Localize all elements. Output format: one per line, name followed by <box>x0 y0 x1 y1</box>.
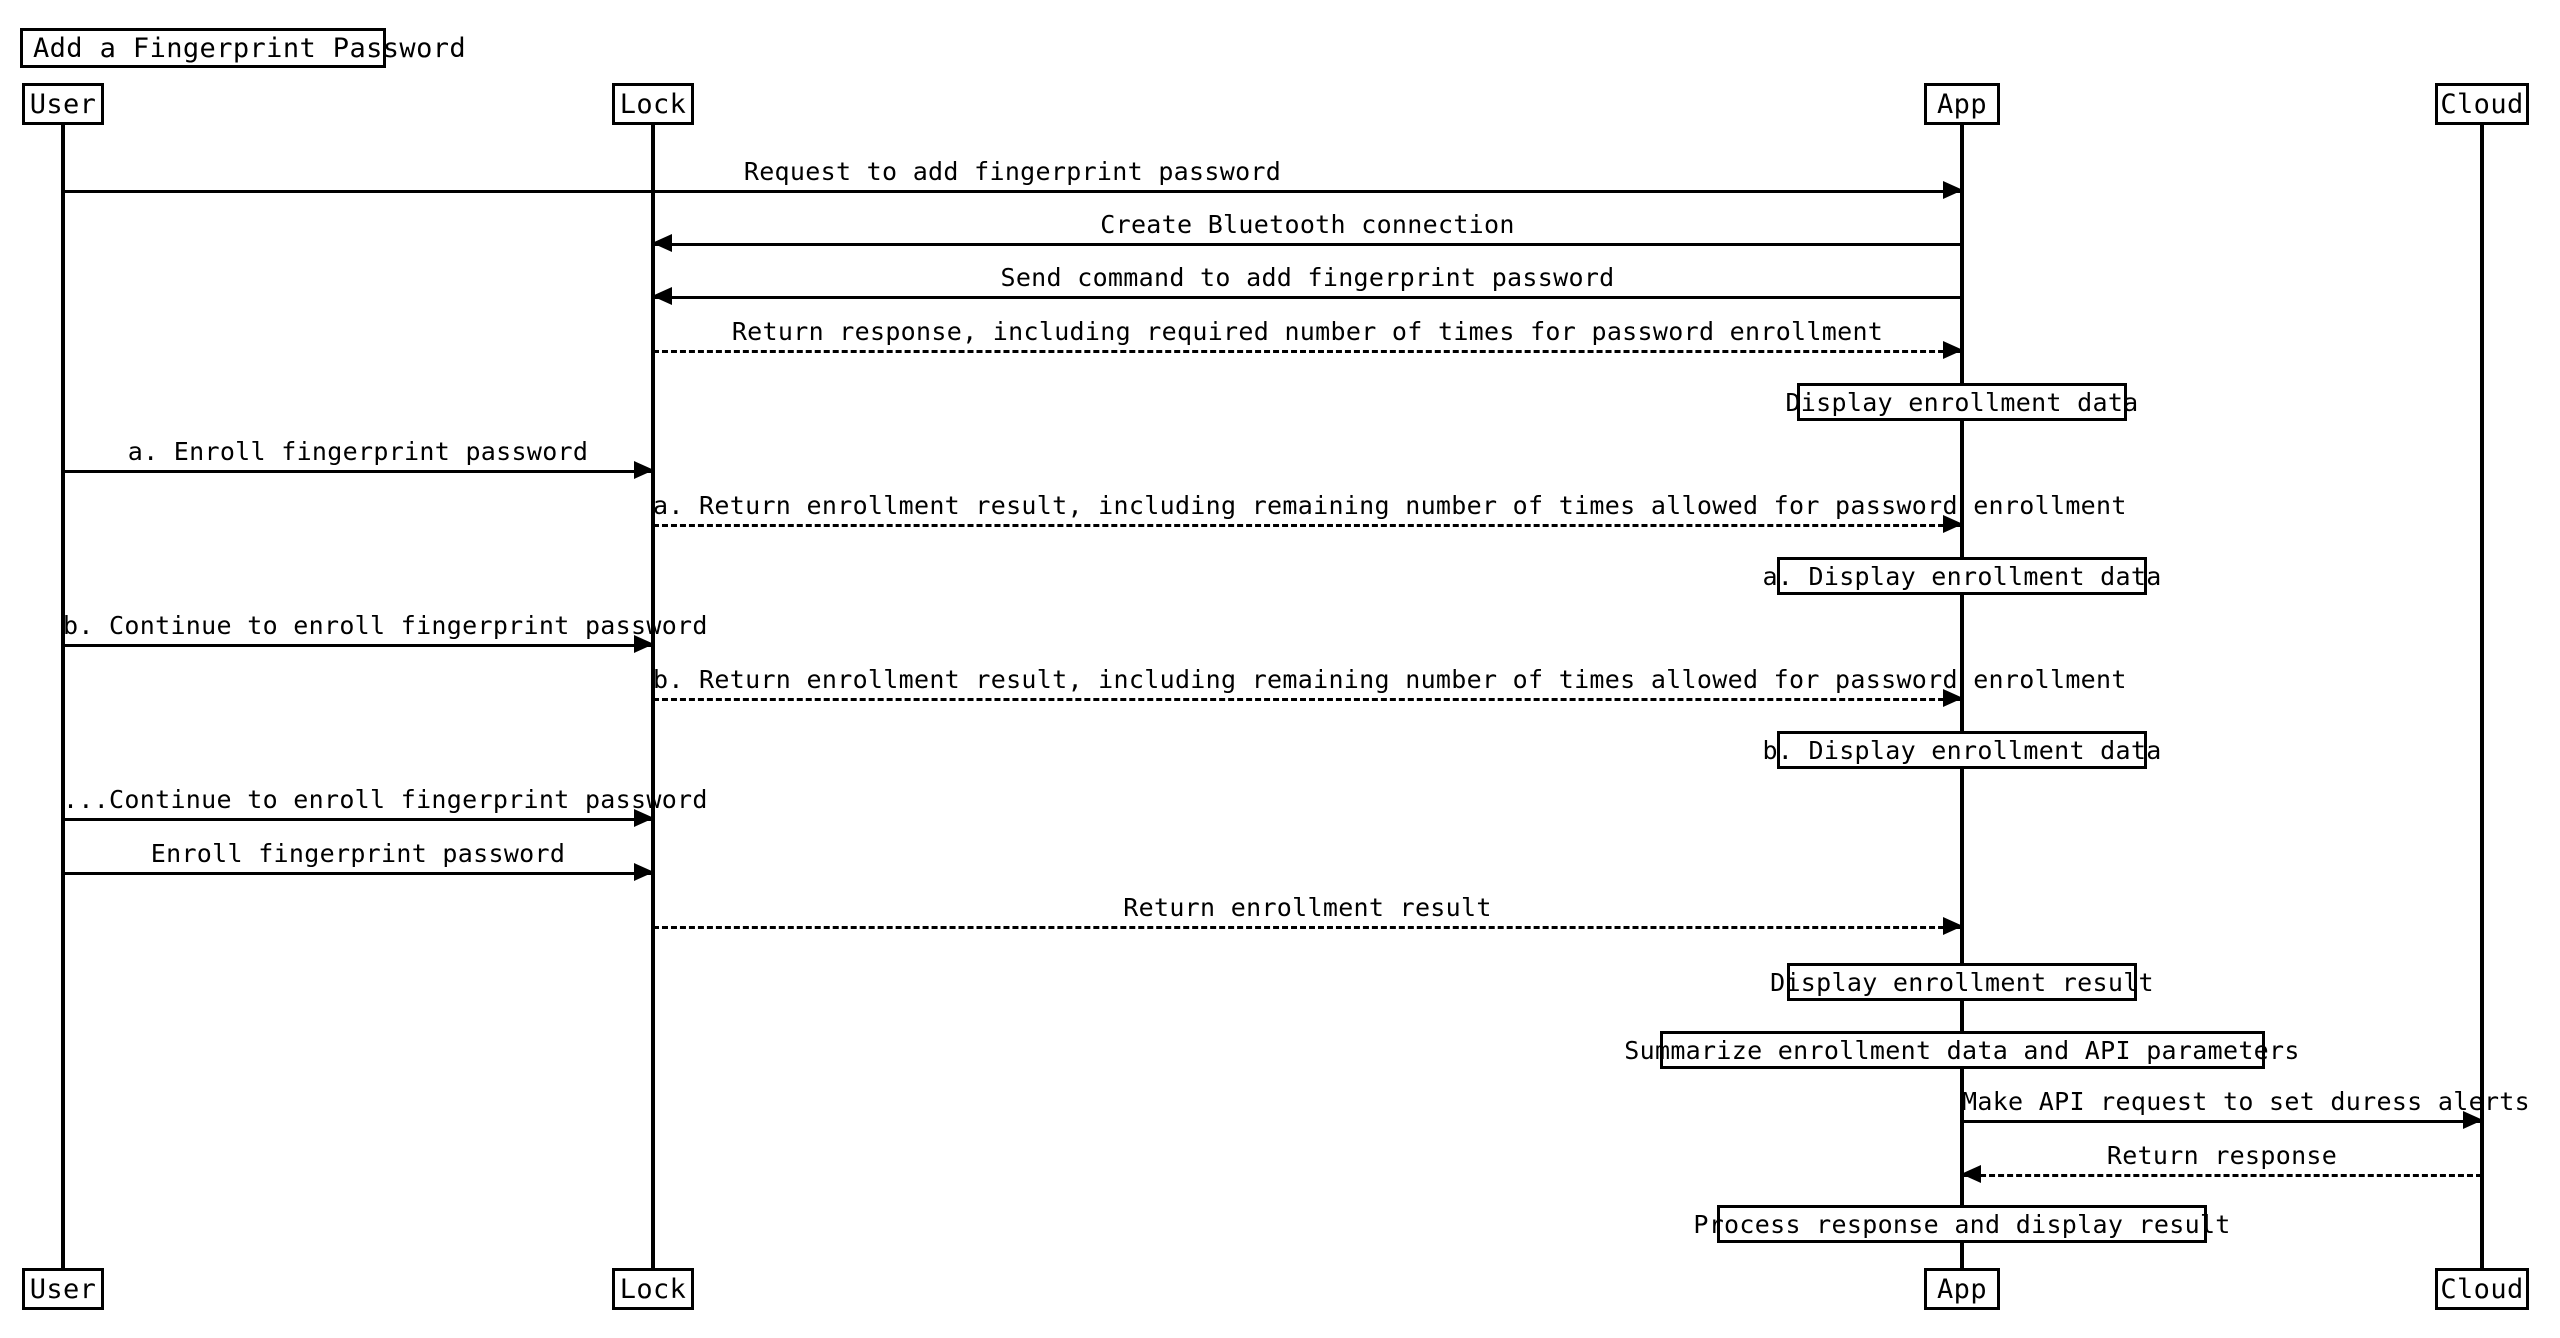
participant-lock-bottom[interactable]: Lock <box>612 1268 694 1310</box>
message-line <box>63 470 653 473</box>
message-line <box>653 243 1962 246</box>
message-line <box>63 872 653 875</box>
note-2: a. Display enrollment data <box>1762 557 2161 595</box>
message-line <box>1962 1174 2482 1177</box>
message-line <box>1962 1120 2482 1123</box>
lifeline-user <box>61 125 65 1268</box>
participant-user-top[interactable]: User <box>22 83 104 125</box>
note-4: Display enrollment result <box>1770 963 2154 1001</box>
diagram-title-label: Add a Fingerprint Password <box>33 32 467 64</box>
note-label: Summarize enrollment data and API parame… <box>1624 1035 2300 1065</box>
message-label: b. Return enrollment result, including r… <box>653 665 2127 694</box>
message-line <box>653 698 1962 701</box>
message-label: ...Continue to enroll fingerprint passwo… <box>63 785 708 814</box>
participant-label: Cloud <box>2440 88 2524 120</box>
message-label: Enroll fingerprint password <box>150 839 566 868</box>
note-label: b. Display enrollment data <box>1762 735 2162 765</box>
message-label: Send command to add fingerprint password <box>1000 263 1615 292</box>
participant-label: Cloud <box>2440 1273 2524 1305</box>
message-line <box>653 926 1962 929</box>
participant-label: App <box>1937 88 1987 120</box>
message-line <box>653 524 1962 527</box>
message-label: Make API request to set duress alerts <box>1962 1087 2530 1116</box>
message-line <box>63 190 1962 193</box>
message-label: b. Continue to enroll fingerprint passwo… <box>63 611 708 640</box>
note-label: Display enrollment result <box>1770 967 2154 997</box>
participant-app-bottom[interactable]: App <box>1924 1268 2000 1310</box>
message-line <box>653 350 1962 353</box>
note-5: Summarize enrollment data and API parame… <box>1624 1031 2299 1069</box>
participant-lock-top[interactable]: Lock <box>612 83 694 125</box>
note-1: Display enrollment data <box>1785 383 2138 421</box>
message-label: a. Enroll fingerprint password <box>127 437 589 466</box>
message-line <box>63 644 653 647</box>
message-line <box>63 818 653 821</box>
message-label: Return enrollment result <box>1123 893 1492 922</box>
diagram-title-box: Add a Fingerprint Password <box>20 28 466 68</box>
participant-user-bottom[interactable]: User <box>22 1268 104 1310</box>
message-label: a. Return enrollment result, including r… <box>653 491 2127 520</box>
participant-label: Lock <box>619 88 687 120</box>
sequence-diagram-canvas: Add a Fingerprint Password Request to ad… <box>0 0 2560 1338</box>
message-label: Create Bluetooth connection <box>1100 210 1515 239</box>
message-label: Return response, including required numb… <box>731 317 1884 346</box>
message-label: Return response <box>2106 1141 2338 1170</box>
note-label: Process response and display result <box>1693 1209 2231 1239</box>
participant-label: App <box>1937 1273 1987 1305</box>
participant-label: Lock <box>619 1273 687 1305</box>
participant-cloud-bottom[interactable]: Cloud <box>2435 1268 2529 1310</box>
participant-label: User <box>29 1273 97 1305</box>
note-3: b. Display enrollment data <box>1762 731 2161 769</box>
note-label: Display enrollment data <box>1785 387 2139 417</box>
participant-app-top[interactable]: App <box>1924 83 2000 125</box>
participant-cloud-top[interactable]: Cloud <box>2435 83 2529 125</box>
participant-label: User <box>29 88 97 120</box>
message-label: Request to add fingerprint password <box>743 157 1282 186</box>
note-6: Process response and display result <box>1693 1205 2230 1243</box>
note-label: a. Display enrollment data <box>1762 561 2162 591</box>
message-line <box>653 296 1962 299</box>
